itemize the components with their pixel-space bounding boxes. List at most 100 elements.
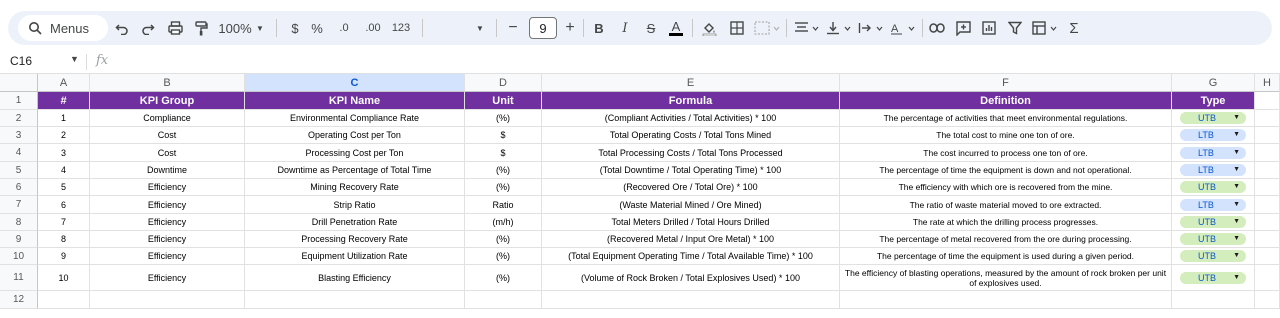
cell-formula[interactable]: Total Meters Drilled / Total Hours Drill… xyxy=(542,214,840,231)
cell-num[interactable]: 7 xyxy=(38,214,90,231)
filter-icon[interactable] xyxy=(1004,11,1026,45)
header-cell-formula[interactable]: Formula xyxy=(542,92,840,110)
type-dropdown-chip[interactable]: LTB ▼ xyxy=(1180,129,1246,141)
cell-unit[interactable]: (%) xyxy=(465,179,542,196)
decrease-decimal-button[interactable]: .0 xyxy=(332,11,356,45)
text-wrap-icon[interactable] xyxy=(856,11,886,45)
header-cell-name[interactable]: KPI Name xyxy=(245,92,465,110)
strikethrough-button[interactable]: S xyxy=(642,11,660,45)
cell-type[interactable]: LTB ▼ xyxy=(1172,196,1255,214)
column-header-h[interactable]: H xyxy=(1255,74,1280,92)
menus-search[interactable]: Menus xyxy=(18,15,108,41)
row-header-2[interactable]: 2 xyxy=(0,110,38,127)
empty-cell[interactable] xyxy=(1255,162,1280,179)
header-cell-type[interactable]: Type xyxy=(1172,92,1255,110)
cell-unit[interactable]: $ xyxy=(465,144,542,162)
cell-formula[interactable]: (Volume of Rock Broken / Total Explosive… xyxy=(542,265,840,291)
row-header-7[interactable]: 7 xyxy=(0,196,38,214)
column-header-e[interactable]: E xyxy=(542,74,840,92)
cell-name[interactable]: Drill Penetration Rate xyxy=(245,214,465,231)
cell-type[interactable]: UTB ▼ xyxy=(1172,231,1255,248)
empty-cell[interactable] xyxy=(465,291,542,309)
cell-group[interactable]: Cost xyxy=(90,127,245,144)
cell-type[interactable]: LTB ▼ xyxy=(1172,162,1255,179)
cell-num[interactable]: 10 xyxy=(38,265,90,291)
comment-icon[interactable] xyxy=(952,11,974,45)
link-icon[interactable] xyxy=(926,11,948,45)
cell-group[interactable]: Efficiency xyxy=(90,265,245,291)
header-cell-definition[interactable]: Definition xyxy=(840,92,1172,110)
increase-font-size-button[interactable]: + xyxy=(561,11,579,45)
empty-cell[interactable] xyxy=(1255,214,1280,231)
bold-button[interactable]: B xyxy=(590,11,608,45)
cell-group[interactable]: Efficiency xyxy=(90,214,245,231)
empty-cell[interactable] xyxy=(245,291,465,309)
cell-type[interactable]: UTB ▼ xyxy=(1172,214,1255,231)
cell-unit[interactable]: (%) xyxy=(465,110,542,127)
cell-unit[interactable]: Ratio xyxy=(465,196,542,214)
cell-formula[interactable]: (Total Downtime / Total Operating Time) … xyxy=(542,162,840,179)
chevron-down-icon[interactable]: ▼ xyxy=(1233,217,1240,227)
text-color-button[interactable]: A xyxy=(666,11,686,45)
empty-cell[interactable] xyxy=(1255,231,1280,248)
cell-unit[interactable]: (%) xyxy=(465,248,542,265)
empty-cell[interactable] xyxy=(1255,110,1280,127)
chevron-down-icon[interactable]: ▼ xyxy=(1233,165,1240,175)
cell-definition[interactable]: The percentage of activities that meet e… xyxy=(840,110,1172,127)
cell-definition[interactable]: The ratio of waste material moved to ore… xyxy=(840,196,1172,214)
cell-num[interactable]: 5 xyxy=(38,179,90,196)
cell-formula[interactable]: Total Operating Costs / Total Tons Mined xyxy=(542,127,840,144)
column-header-a[interactable]: A xyxy=(38,74,90,92)
chevron-down-icon[interactable]: ▼ xyxy=(1233,148,1240,158)
cell-num[interactable]: 4 xyxy=(38,162,90,179)
chevron-down-icon[interactable]: ▼ xyxy=(1233,200,1240,210)
cell-type[interactable]: UTB ▼ xyxy=(1172,248,1255,265)
header-cell-group[interactable]: KPI Group xyxy=(90,92,245,110)
cell-unit[interactable]: (%) xyxy=(465,265,542,291)
cell-group[interactable]: Compliance xyxy=(90,110,245,127)
cell-type[interactable]: LTB ▼ xyxy=(1172,127,1255,144)
horizontal-align-icon[interactable] xyxy=(792,11,822,45)
cell-definition[interactable]: The percentage of time the equipment is … xyxy=(840,162,1172,179)
cell-group[interactable]: Efficiency xyxy=(90,196,245,214)
cell-type[interactable]: LTB ▼ xyxy=(1172,144,1255,162)
empty-cell[interactable] xyxy=(1255,92,1280,110)
cell-type[interactable]: UTB ▼ xyxy=(1172,265,1255,291)
cell-name[interactable]: Equipment Utilization Rate xyxy=(245,248,465,265)
empty-cell[interactable] xyxy=(1255,196,1280,214)
cell-group[interactable]: Efficiency xyxy=(90,248,245,265)
cell-group[interactable]: Cost xyxy=(90,144,245,162)
cell-unit[interactable]: (%) xyxy=(465,231,542,248)
percent-button[interactable]: % xyxy=(308,11,326,45)
chevron-down-icon[interactable]: ▼ xyxy=(1233,234,1240,244)
row-header-11[interactable]: 11 xyxy=(0,265,38,291)
type-dropdown-chip[interactable]: UTB ▼ xyxy=(1180,112,1246,124)
borders-icon[interactable] xyxy=(726,11,748,45)
cell-name[interactable]: Strip Ratio xyxy=(245,196,465,214)
print-icon[interactable] xyxy=(164,11,186,45)
cell-num[interactable]: 3 xyxy=(38,144,90,162)
cell-name[interactable]: Processing Recovery Rate xyxy=(245,231,465,248)
number-format-button[interactable]: 123 xyxy=(388,11,414,45)
cell-unit[interactable]: (%) xyxy=(465,162,542,179)
font-size-input[interactable]: 9 xyxy=(529,17,557,39)
chevron-down-icon[interactable]: ▼ xyxy=(70,54,79,64)
header-cell-unit[interactable]: Unit xyxy=(465,92,542,110)
empty-cell[interactable] xyxy=(840,291,1172,309)
empty-cell[interactable] xyxy=(38,291,90,309)
row-header-4[interactable]: 4 xyxy=(0,144,38,162)
empty-cell[interactable] xyxy=(542,291,840,309)
undo-icon[interactable] xyxy=(112,11,132,45)
cell-name[interactable]: Downtime as Percentage of Total Time xyxy=(245,162,465,179)
font-family-dropdown-icon[interactable]: ▼ xyxy=(474,11,486,45)
cell-num[interactable]: 9 xyxy=(38,248,90,265)
chevron-down-icon[interactable]: ▼ xyxy=(1233,130,1240,140)
cell-definition[interactable]: The rate at which the drilling process p… xyxy=(840,214,1172,231)
empty-cell[interactable] xyxy=(1255,144,1280,162)
cell-formula[interactable]: Total Processing Costs / Total Tons Proc… xyxy=(542,144,840,162)
cell-definition[interactable]: The percentage of metal recovered from t… xyxy=(840,231,1172,248)
empty-cell[interactable] xyxy=(1172,291,1255,309)
row-header-10[interactable]: 10 xyxy=(0,248,38,265)
row-header-1[interactable]: 1 xyxy=(0,92,38,110)
column-header-c[interactable]: C xyxy=(245,74,465,92)
